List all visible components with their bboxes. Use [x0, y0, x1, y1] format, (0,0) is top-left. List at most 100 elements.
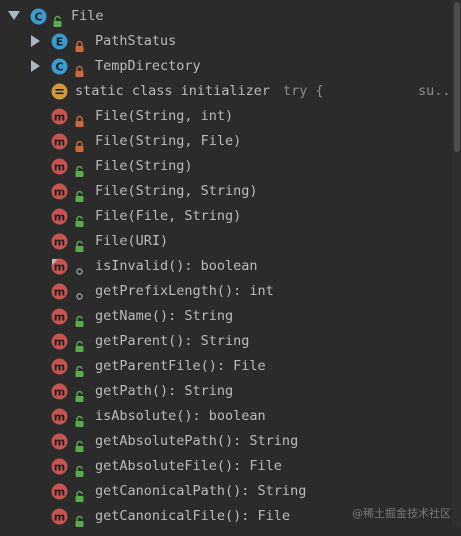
- tree-row-method[interactable]: m File(URI): [0, 229, 451, 254]
- method-icon: m: [51, 383, 68, 400]
- collapse-arrow-icon[interactable]: [31, 60, 40, 72]
- vertical-scrollbar[interactable]: [452, 0, 461, 527]
- tree-row-label: getCanonicalPath(): String: [95, 483, 307, 499]
- tree-row-method[interactable]: m isAbsolute(): boolean: [0, 404, 451, 429]
- package-visibility-icon: [75, 286, 84, 300]
- svg-text:m: m: [54, 136, 65, 149]
- public-lock-icon: [75, 511, 84, 527]
- svg-text:C: C: [55, 61, 63, 74]
- method-icon: m: [51, 308, 68, 325]
- svg-text:m: m: [54, 286, 65, 299]
- method-icon: m: [51, 333, 68, 350]
- svg-text:m: m: [54, 386, 65, 399]
- tree-row-method[interactable]: m getParentFile(): File: [0, 354, 451, 379]
- method-icon: m: [51, 233, 68, 250]
- svg-text:C: C: [34, 11, 42, 24]
- svg-text:m: m: [54, 311, 65, 324]
- method-icon: m: [51, 358, 68, 375]
- tree-row-label: getParent(): String: [95, 333, 250, 349]
- initializer-icon: [51, 83, 68, 100]
- svg-text:m: m: [54, 211, 65, 224]
- tree-row-method[interactable]: m getPrefixLength(): int: [0, 279, 451, 304]
- method-icon: m: [51, 283, 68, 300]
- tree-row-label: File(String, int): [95, 108, 234, 124]
- class-icon: C: [30, 8, 47, 25]
- private-lock-icon: [75, 61, 84, 77]
- method-icon: m: [51, 408, 68, 425]
- tree-row-method[interactable]: m getAbsolutePath(): String: [0, 429, 451, 454]
- svg-text:m: m: [54, 111, 65, 124]
- svg-text:m: m: [54, 361, 65, 374]
- svg-text:m: m: [54, 336, 65, 349]
- method-icon: m: [51, 108, 68, 125]
- svg-text:m: m: [54, 186, 65, 199]
- svg-text:E: E: [56, 36, 64, 49]
- tree-row-method[interactable]: m File(String, File): [0, 129, 451, 154]
- expand-arrow-icon[interactable]: [8, 11, 20, 20]
- tree-row-method[interactable]: m isInvalid(): boolean: [0, 254, 451, 279]
- tree-row-label: getName(): String: [95, 308, 234, 324]
- method-icon: m: [51, 483, 68, 500]
- tree-row-label: File(String, String): [95, 183, 258, 199]
- public-lock-icon: [75, 411, 84, 427]
- tree-row-method[interactable]: m getName(): String: [0, 304, 451, 329]
- svg-text:m: m: [54, 261, 65, 274]
- tree-row-label: TempDirectory: [95, 58, 201, 74]
- method-icon: m: [51, 508, 68, 525]
- public-lock-icon: [75, 436, 84, 452]
- private-lock-icon: [75, 111, 84, 127]
- tree-row-label: getParentFile(): File: [95, 358, 266, 374]
- scrollbar-thumb[interactable]: [454, 2, 460, 152]
- svg-text:m: m: [54, 461, 65, 474]
- tree-row-label: getAbsolutePath(): String: [95, 433, 299, 449]
- tree-row-label: File(String, File): [95, 133, 242, 149]
- tree-row-method[interactable]: m getParent(): String: [0, 329, 451, 354]
- enum-icon: E: [51, 33, 68, 50]
- tree-row-label: getPath(): String: [95, 383, 234, 399]
- method-icon: m: [51, 258, 68, 275]
- tree-row-method[interactable]: m getAbsoluteFile(): File: [0, 454, 451, 479]
- public-lock-icon: [53, 11, 62, 27]
- tree-row-method[interactable]: m getPath(): String: [0, 379, 451, 404]
- svg-text:m: m: [54, 411, 65, 424]
- tree-row-method[interactable]: m getCanonicalPath(): String: [0, 479, 451, 504]
- watermark: @稀土掘金技术社区: [352, 507, 451, 520]
- public-lock-icon: [75, 161, 84, 177]
- private-lock-icon: [75, 36, 84, 52]
- initializer-location: try {: [283, 83, 324, 99]
- tree-row-method[interactable]: m File(File, String): [0, 204, 451, 229]
- svg-text:m: m: [54, 486, 65, 499]
- public-lock-icon: [75, 311, 84, 327]
- collapse-arrow-icon[interactable]: [31, 35, 40, 47]
- method-icon: m: [51, 458, 68, 475]
- tree-row-method[interactable]: m File(String, String): [0, 179, 451, 204]
- public-lock-icon: [75, 386, 84, 402]
- method-icon: m: [51, 208, 68, 225]
- public-lock-icon: [75, 486, 84, 502]
- public-lock-icon: [75, 336, 84, 352]
- tree-row-label: getAbsoluteFile(): File: [95, 458, 282, 474]
- tree-row-label: File: [71, 8, 104, 24]
- tree-row-label: static class initializer: [75, 83, 271, 99]
- public-lock-icon: [75, 186, 84, 202]
- method-icon: m: [51, 133, 68, 150]
- package-visibility-icon: [75, 261, 84, 275]
- public-lock-icon: [75, 461, 84, 477]
- tree-row-label: getPrefixLength(): int: [95, 283, 274, 299]
- tree-row-root[interactable]: C File: [0, 4, 451, 29]
- svg-text:m: m: [54, 236, 65, 249]
- tree-row-method[interactable]: m File(String): [0, 154, 451, 179]
- tree-row-label: File(File, String): [95, 208, 242, 224]
- tree-row-label: getCanonicalFile(): File: [95, 508, 291, 524]
- tree-row-label: PathStatus: [95, 33, 177, 49]
- tree-row-nested[interactable]: E PathStatus: [0, 29, 451, 54]
- tree-row-label: File(String): [95, 158, 193, 174]
- method-icon: m: [51, 158, 68, 175]
- private-lock-icon: [75, 136, 84, 152]
- tree-row-initializer[interactable]: static class initializer try {su...: [0, 79, 459, 104]
- method-icon: m: [51, 183, 68, 200]
- tree-row-method[interactable]: m File(String, int): [0, 104, 451, 129]
- tree-row-nested[interactable]: C TempDirectory: [0, 54, 451, 79]
- method-icon: m: [51, 433, 68, 450]
- public-lock-icon: [75, 361, 84, 377]
